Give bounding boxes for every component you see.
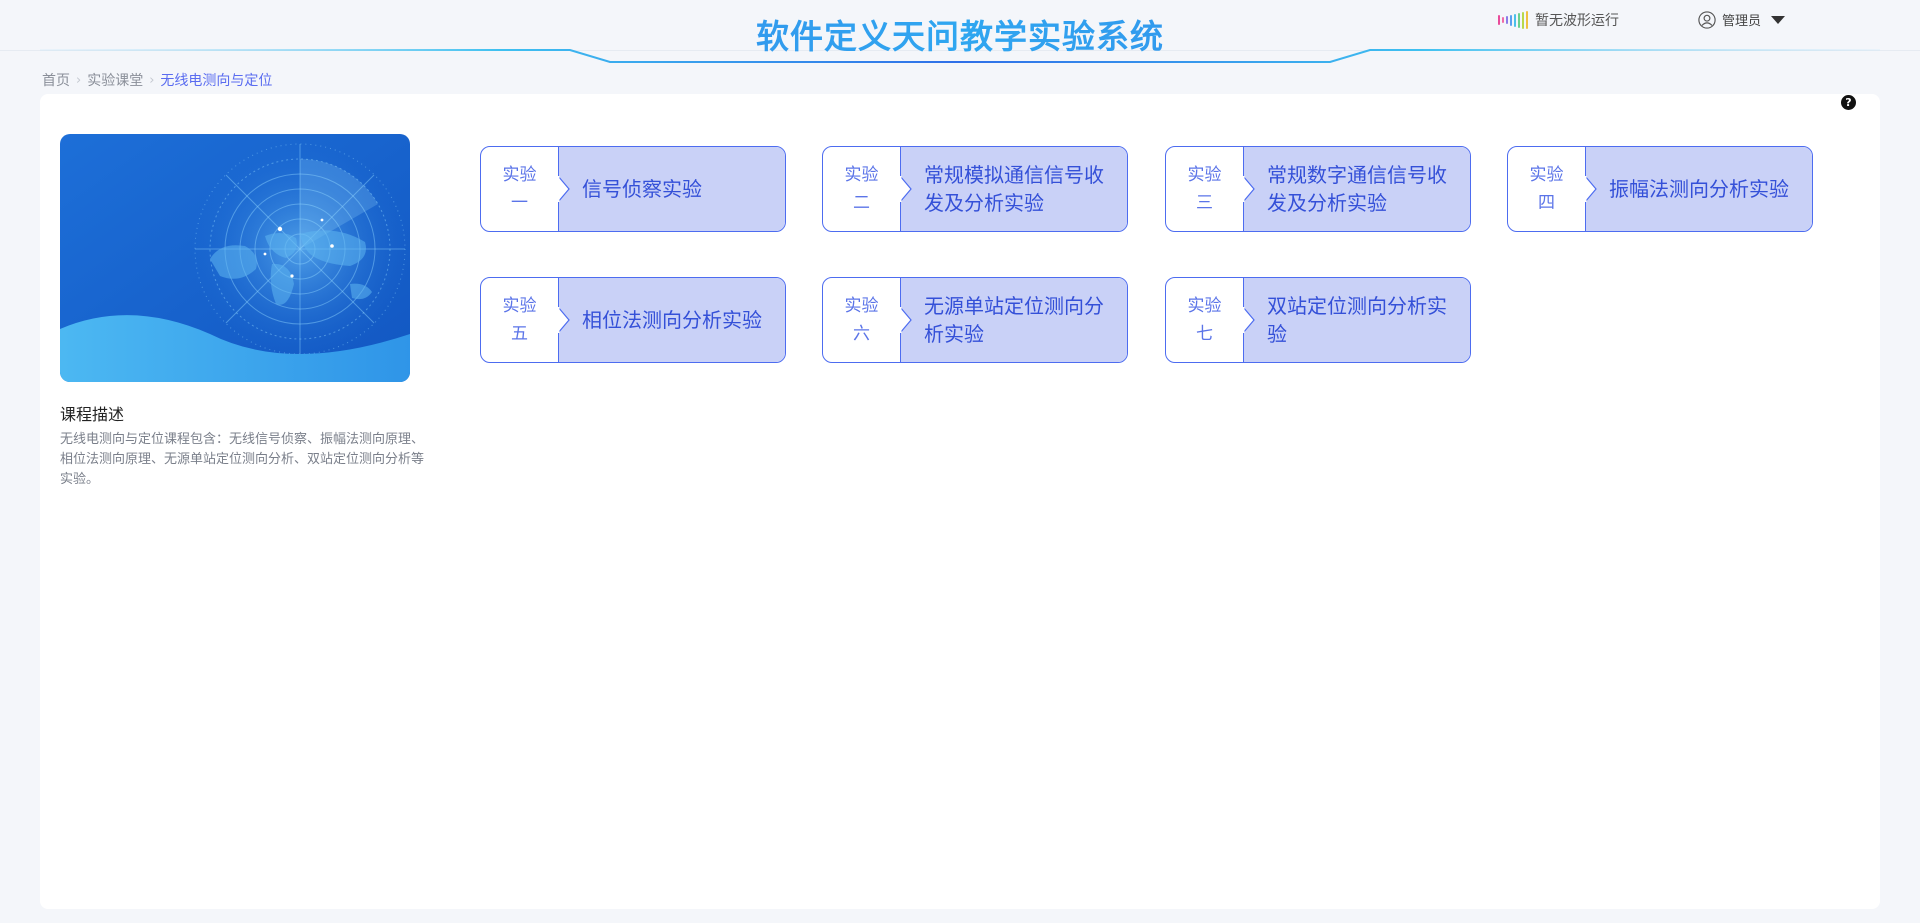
experiment-number: 五 — [511, 324, 528, 344]
breadcrumb: 首页 › 实验课堂 › 无线电测向与定位 — [42, 70, 272, 90]
experiment-card-6[interactable]: 实验 六 无源单站定位测向分析实验 — [822, 277, 1128, 363]
experiment-label: 实验 — [1187, 296, 1222, 316]
experiment-label: 实验 — [502, 296, 537, 316]
experiment-card-5[interactable]: 实验 五 相位法测向分析实验 — [480, 277, 786, 363]
experiment-number: 四 — [1538, 193, 1555, 213]
waveform-icon — [1498, 11, 1528, 29]
experiment-label: 实验 — [1529, 165, 1564, 185]
experiment-name: 常规模拟通信信号收发及分析实验 — [924, 163, 1104, 215]
main-content: ? 课程描述 无线电测向与定位课程包含：无线信号侦察、振幅法测向原理、相位法测向… — [40, 94, 1880, 909]
chevron-right-icon — [1585, 176, 1597, 202]
experiment-card-1[interactable]: 实验 一 信号侦察实验 — [480, 146, 786, 232]
experiment-card-4[interactable]: 实验 四 振幅法测向分析实验 — [1507, 146, 1813, 232]
chevron-right-icon: › — [149, 72, 155, 88]
chevron-right-icon — [900, 307, 912, 333]
chevron-right-icon — [558, 176, 570, 202]
course-cover-image — [60, 134, 410, 382]
experiment-card-7[interactable]: 实验 七 双站定位测向分析实验 — [1165, 277, 1471, 363]
chevron-right-icon — [1243, 307, 1255, 333]
experiment-name: 常规数字通信信号收发及分析实验 — [1267, 163, 1447, 215]
experiment-name: 信号侦察实验 — [582, 177, 702, 201]
experiment-label: 实验 — [1187, 165, 1222, 185]
experiment-card-2[interactable]: 实验 二 常规模拟通信信号收发及分析实验 — [822, 146, 1128, 232]
breadcrumb-home[interactable]: 首页 — [42, 70, 70, 90]
question-icon[interactable]: ? — [1841, 95, 1856, 110]
app-header: 软件定义天问教学实验系统 暂无波形运行 管理员 — [0, 0, 1920, 66]
experiment-label: 实验 — [502, 165, 537, 185]
experiment-name: 无源单站定位测向分析实验 — [924, 294, 1104, 346]
user-icon — [1698, 10, 1716, 29]
experiment-number: 六 — [853, 324, 870, 344]
experiment-card-3[interactable]: 实验 三 常规数字通信信号收发及分析实验 — [1165, 146, 1471, 232]
experiment-label: 实验 — [844, 296, 879, 316]
experiment-number: 二 — [853, 193, 870, 213]
chevron-right-icon — [558, 307, 570, 333]
breadcrumb-classroom[interactable]: 实验课堂 — [87, 70, 143, 90]
waveform-status[interactable]: 暂无波形运行 — [1498, 10, 1619, 30]
breadcrumb-current: 无线电测向与定位 — [160, 73, 273, 89]
course-description-title: 课程描述 — [60, 405, 125, 424]
experiment-name: 相位法测向分析实验 — [582, 308, 762, 332]
chevron-right-icon: › — [76, 72, 82, 88]
app-title: 软件定义天问教学实验系统 — [0, 10, 1920, 58]
waveform-status-text: 暂无波形运行 — [1535, 13, 1619, 29]
experiment-label: 实验 — [844, 165, 879, 185]
user-menu[interactable]: 管理员 — [1698, 10, 1786, 29]
experiment-number: 三 — [1196, 193, 1213, 213]
user-name: 管理员 — [1722, 14, 1762, 29]
chevron-right-icon — [900, 176, 912, 202]
chevron-right-icon — [1243, 176, 1255, 202]
experiment-number: 七 — [1196, 324, 1213, 344]
experiment-name: 振幅法测向分析实验 — [1609, 177, 1789, 201]
experiment-name: 双站定位测向分析实验 — [1267, 294, 1447, 346]
course-description: 无线电测向与定位课程包含：无线信号侦察、振幅法测向原理、相位法测向原理、无源单站… — [60, 432, 425, 487]
caret-down-icon[interactable] — [1771, 15, 1786, 24]
experiment-number: 一 — [511, 193, 528, 213]
